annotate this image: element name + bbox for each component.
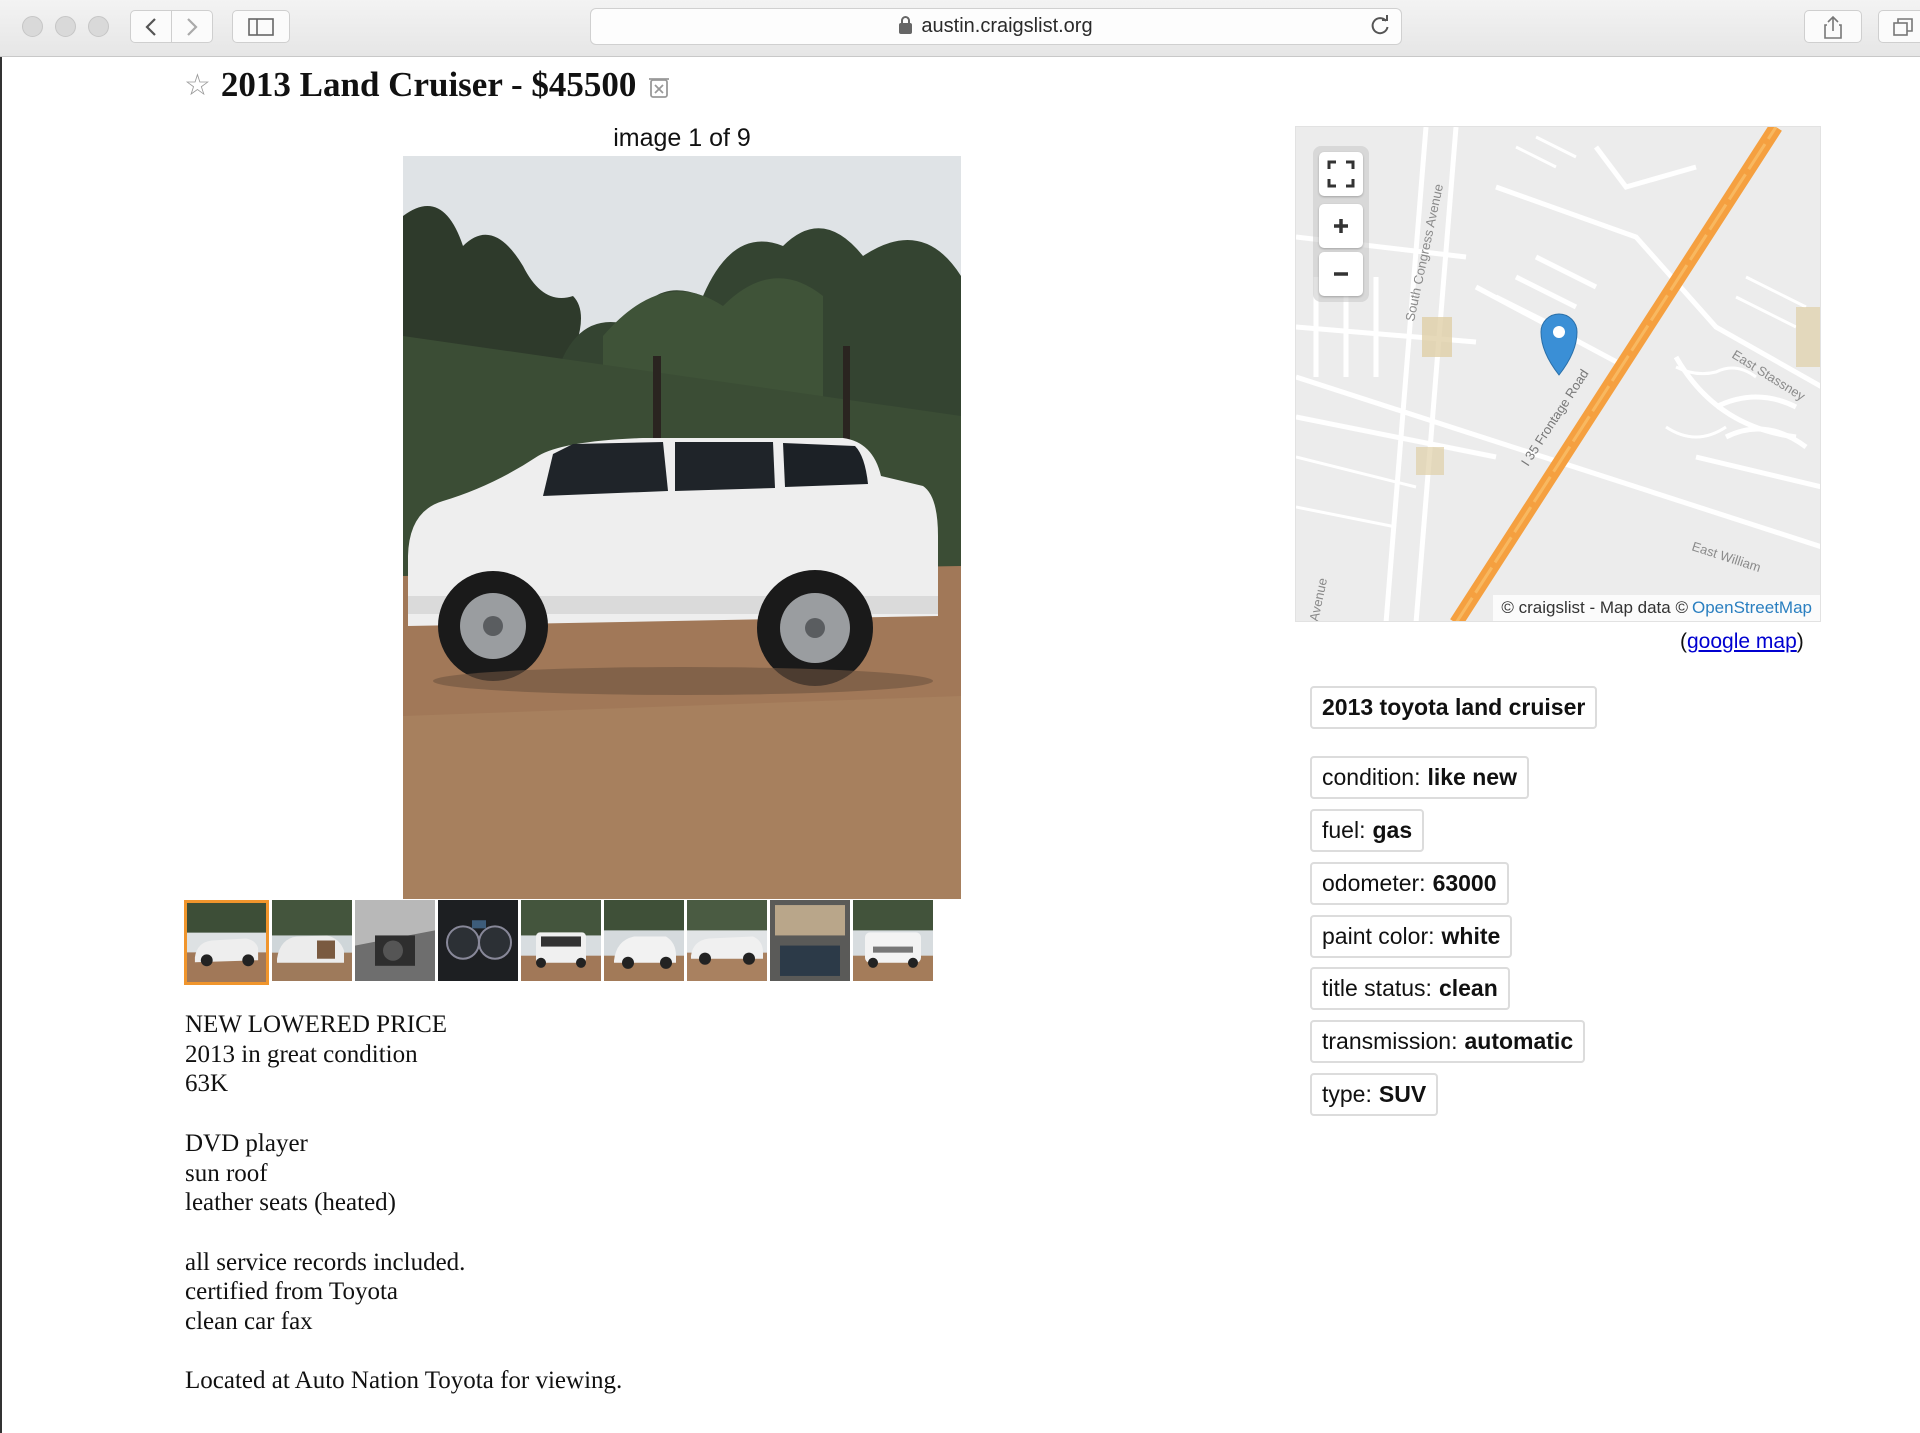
- zoom-out-button[interactable]: [1319, 252, 1363, 296]
- window-close-button[interactable]: [22, 16, 43, 37]
- body-line: all service records included.: [185, 1248, 466, 1276]
- thumbnail-3[interactable]: [355, 900, 435, 981]
- attr-fuel: fuel: gas: [1310, 809, 1425, 852]
- attr-paint-color: paint color: white: [1310, 915, 1513, 958]
- sidebar-icon: [248, 17, 274, 36]
- window-edge: [0, 57, 2, 1433]
- sidebar-toggle-button[interactable]: [232, 10, 290, 43]
- zoom-in-button[interactable]: [1319, 204, 1363, 248]
- tabs-overview-button[interactable]: [1878, 10, 1920, 43]
- attr-value: white: [1441, 923, 1501, 949]
- thumbnail-strip: [184, 900, 933, 985]
- thumbnail-1[interactable]: [184, 900, 269, 985]
- fullscreen-icon: [1327, 160, 1355, 188]
- thumbnail-9[interactable]: [853, 900, 933, 981]
- body-line: sun roof: [185, 1159, 268, 1187]
- google-map-link[interactable]: google map: [1687, 630, 1797, 653]
- image-counter: image 1 of 9: [613, 124, 751, 152]
- attr-label: fuel:: [1322, 817, 1366, 843]
- body-line: clean car fax: [185, 1308, 313, 1335]
- main-photo[interactable]: [403, 156, 961, 899]
- zoom-in-icon: [1334, 219, 1348, 233]
- body-line: leather seats (heated): [185, 1189, 396, 1217]
- body-line: DVD player: [185, 1129, 308, 1157]
- attr-value: automatic: [1464, 1028, 1574, 1054]
- posting-body: NEW LOWERED PRICE 2013 in great conditio…: [185, 1010, 1085, 1426]
- tabs-icon: [1893, 17, 1913, 36]
- map-controls: [1313, 146, 1369, 302]
- attr-label: transmission:: [1322, 1028, 1458, 1054]
- body-line: NEW LOWERED PRICE: [185, 1011, 448, 1038]
- body-line: certified from Toyota: [185, 1278, 398, 1306]
- open-paren: (: [1680, 630, 1687, 653]
- attr-label: paint color:: [1322, 923, 1435, 949]
- openstreetmap-link[interactable]: OpenStreetMap: [1692, 598, 1812, 618]
- attr-label: condition:: [1322, 764, 1421, 790]
- reload-icon[interactable]: [1369, 15, 1391, 37]
- map-attribution-text: © craigslist - Map data ©: [1501, 598, 1688, 617]
- close-paren: ): [1796, 630, 1804, 653]
- thumbnail-6[interactable]: [604, 900, 684, 981]
- posting-title: 2013 Land Cruiser - $45500: [220, 65, 637, 104]
- attr-label: odometer:: [1322, 870, 1426, 896]
- body-line: Located at Auto Nation Toyota for viewin…: [185, 1367, 623, 1395]
- chevron-right-icon: [187, 17, 198, 36]
- lock-icon: [899, 16, 913, 34]
- chevron-left-icon: [145, 17, 156, 36]
- body-paragraph: all service records included. certified …: [185, 1248, 1085, 1337]
- map-attribution: © craigslist - Map data © OpenStreetMap: [1493, 595, 1820, 621]
- attr-value: like new: [1427, 764, 1517, 790]
- attr-model: 2013 toyota land cruiser: [1310, 686, 1598, 729]
- back-button[interactable]: [130, 10, 172, 43]
- thumbnail-4[interactable]: [438, 900, 518, 981]
- body-line: 2013 in great condition: [185, 1040, 418, 1068]
- attr-transmission: transmission: automatic: [1310, 1020, 1586, 1063]
- attr-label: title status:: [1322, 975, 1432, 1001]
- body-line: 63K: [185, 1070, 229, 1098]
- attr-label: type:: [1322, 1081, 1372, 1107]
- share-button[interactable]: [1804, 10, 1862, 43]
- posting-title-bar: ☆ 2013 Land Cruiser - $45500: [184, 63, 670, 107]
- hide-posting-icon[interactable]: [648, 75, 670, 99]
- map-tiles: South Congress Avenue I 35 Frontage Road…: [1296, 127, 1820, 621]
- body-paragraph: Located at Auto Nation Toyota for viewin…: [185, 1366, 1085, 1396]
- thumbnail-5[interactable]: [521, 900, 601, 981]
- attr-value: clean: [1438, 975, 1498, 1001]
- attr-value: gas: [1372, 817, 1413, 843]
- zoom-out-icon: [1334, 272, 1348, 276]
- thumbnail-8[interactable]: [770, 900, 850, 981]
- fullscreen-button[interactable]: [1319, 152, 1363, 196]
- window-zoom-button[interactable]: [88, 16, 109, 37]
- attr-value: SUV: [1378, 1081, 1427, 1107]
- forward-button[interactable]: [171, 10, 213, 43]
- attr-value: 63000: [1432, 870, 1497, 896]
- thumbnail-2[interactable]: [272, 900, 352, 981]
- attr-odometer: odometer: 63000: [1310, 862, 1509, 905]
- favorite-star-icon[interactable]: ☆: [184, 68, 211, 103]
- location-map[interactable]: South Congress Avenue I 35 Frontage Road…: [1295, 126, 1821, 622]
- attr-type: type: SUV: [1310, 1073, 1439, 1116]
- address-bar-url: austin.craigslist.org: [921, 15, 1093, 37]
- attr-model-value: 2013 toyota land cruiser: [1322, 694, 1586, 720]
- suv-photo-image: [403, 156, 961, 899]
- address-bar[interactable]: austin.craigslist.org: [590, 8, 1402, 45]
- attr-title-status: title status: clean: [1310, 967, 1510, 1010]
- window-minimize-button[interactable]: [55, 16, 76, 37]
- thumbnail-7[interactable]: [687, 900, 767, 981]
- attr-condition: condition: like new: [1310, 756, 1529, 799]
- browser-toolbar: austin.craigslist.org: [0, 0, 1920, 57]
- body-paragraph: NEW LOWERED PRICE 2013 in great conditio…: [185, 1010, 1085, 1099]
- share-icon: [1824, 15, 1842, 39]
- body-paragraph: DVD player sun roof leather seats (heate…: [185, 1129, 1085, 1218]
- google-map-link-wrapper: (google map): [1680, 630, 1804, 654]
